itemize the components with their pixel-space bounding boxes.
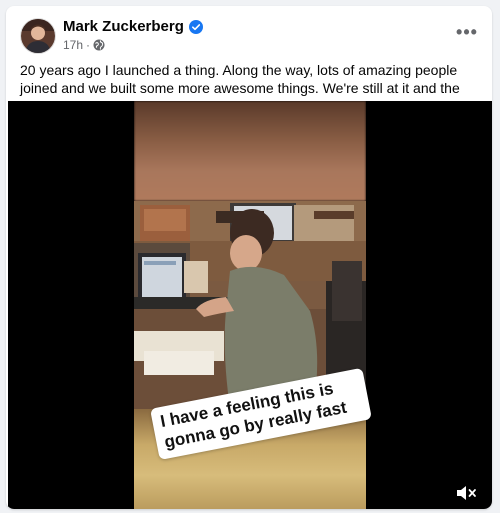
more-options-button[interactable]: ••• — [454, 20, 480, 44]
video-player[interactable]: I have a feeling this is gonna go by rea… — [8, 101, 492, 509]
mute-toggle-button[interactable] — [454, 481, 480, 505]
post-card: Mark Zuckerberg 17h · ••• 20 years ago I… — [6, 6, 492, 509]
video-controls — [8, 481, 492, 505]
post-timestamp[interactable]: 17h — [63, 38, 83, 52]
author-name-link[interactable]: Mark Zuckerberg — [63, 18, 203, 35]
more-horizontal-icon: ••• — [456, 21, 478, 42]
volume-muted-icon — [457, 486, 476, 500]
video-blur-top — [134, 101, 366, 201]
author-avatar[interactable] — [20, 18, 56, 54]
avatar-image — [21, 19, 55, 53]
author-name: Mark Zuckerberg — [63, 18, 184, 35]
post-meta: 17h · — [63, 38, 105, 52]
verified-badge-icon — [188, 19, 203, 34]
meta-separator: · — [86, 38, 91, 52]
globe-icon — [93, 39, 105, 51]
